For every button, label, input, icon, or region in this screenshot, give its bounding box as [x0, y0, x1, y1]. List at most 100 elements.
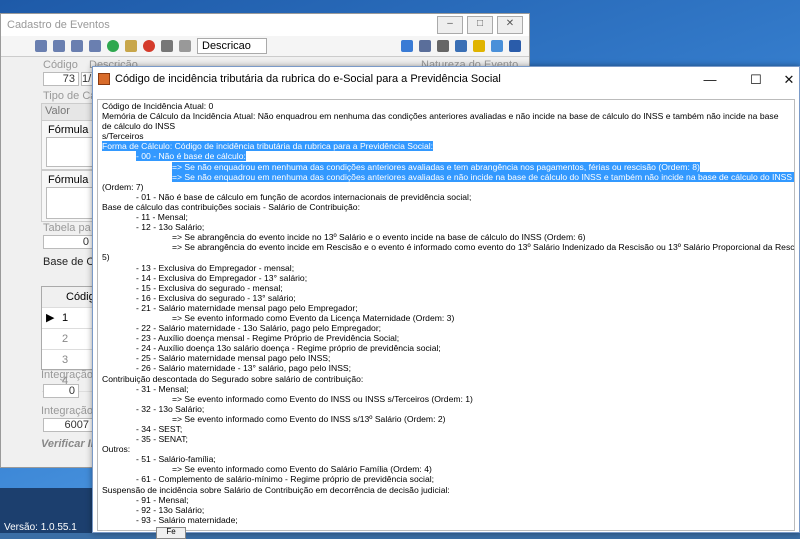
- minimize-button[interactable]: –: [437, 16, 463, 34]
- memo-line: Contribuição descontada do Segurado sobr…: [102, 373, 364, 384]
- table-row[interactable]: 3: [42, 350, 94, 371]
- previous-record-icon[interactable]: [53, 40, 65, 52]
- memo-line: => Se evento informado como Evento do Sa…: [172, 464, 432, 475]
- memo-line: - 35 - SENAT;: [136, 434, 188, 445]
- memo-line: - 01 - Não é base de cálculo em função d…: [136, 191, 472, 202]
- print-icon[interactable]: [437, 40, 449, 52]
- formula2-group: Fórmula d: [41, 170, 95, 222]
- grid-header: Códig: [42, 287, 95, 308]
- app-icon: [98, 73, 110, 85]
- memo-line: - 32 - 13o Salário;: [136, 403, 205, 414]
- table-row[interactable]: ▶ 1: [42, 308, 94, 329]
- memo-line: - 92 - 13o Salário;: [136, 504, 205, 515]
- dialog-title-bar: Código de incidência tributária da rubri…: [93, 67, 799, 92]
- info-icon[interactable]: [491, 40, 503, 52]
- version-label: Versão: 1.0.55.1: [4, 522, 77, 533]
- maximize-button[interactable]: □: [467, 16, 493, 34]
- edit-icon[interactable]: [125, 40, 137, 52]
- integracao2-label: Integração: [41, 405, 93, 417]
- window-title-bar: Cadastro de Eventos – □ ✕: [1, 14, 529, 36]
- memo-line: => Se evento informado como Evento da Li…: [172, 312, 455, 323]
- filter-icon[interactable]: [419, 40, 431, 52]
- memo-line: Forma de Cálculo: Código de incidência t…: [102, 141, 790, 152]
- exit-icon[interactable]: [509, 40, 521, 52]
- memo-selection: - 00 - Não é base de cálculo:: [136, 151, 246, 162]
- integracao1-field[interactable]: 0: [43, 384, 79, 398]
- memo-line: - 11 - Mensal;: [136, 212, 188, 223]
- window-title: Cadastro de Eventos: [7, 19, 110, 31]
- memo-selection: => Se não enquadrou em nenhuma das condi…: [172, 171, 794, 182]
- maximize-button[interactable]: ☐: [733, 67, 779, 92]
- memo-line: - 23 - Auxílio doença mensal - Regime Pr…: [136, 333, 400, 344]
- memo-line: - 51 - Salário-família;: [136, 454, 216, 465]
- add-icon[interactable]: [107, 40, 119, 52]
- base-calculo-grid[interactable]: Códig ▶ 1 2 3 4: [41, 286, 95, 392]
- valor-label: Valor: [45, 105, 70, 117]
- memo-line: - 00 - Não é base de cálculo:: [102, 151, 790, 162]
- incidencia-dialog: Código de incidência tributária da rubri…: [92, 66, 800, 533]
- report-icon[interactable]: [473, 40, 485, 52]
- formula1-field[interactable]: [46, 137, 94, 167]
- memo-line: - 34 - SEST;: [136, 424, 183, 434]
- next-record-icon[interactable]: [71, 40, 83, 52]
- memo-line: - 61 - Complemento de salário-mínimo - R…: [136, 474, 435, 485]
- memo-line: => Se abrangência do evento incide em Re…: [172, 242, 795, 253]
- codigo-label: Código: [43, 59, 78, 71]
- memo-line: => Se evento informado como Evento do IN…: [172, 393, 473, 404]
- memo-line: => Se não enquadrou em nenhuma das condi…: [102, 171, 794, 182]
- last-record-icon[interactable]: [89, 40, 101, 52]
- cancel-icon[interactable]: [179, 40, 191, 52]
- memo-line: => Se não enquadrou em nenhuma das condi…: [102, 161, 790, 172]
- memo-line: - 13 - Exclusiva do Empregador - mensal;: [136, 262, 295, 273]
- memo-line: Outros:: [102, 444, 131, 455]
- memo-line: - 21 - Salário maternidade mensal pago p…: [136, 302, 358, 313]
- memo-line: - 15 - Exclusiva do segurado - mensal;: [136, 282, 283, 293]
- memo-line: Código de Incidência Atual: 0: [102, 101, 214, 111]
- valor-header: Valor: [41, 103, 95, 121]
- refresh-icon[interactable]: [455, 40, 467, 52]
- memo-selection: Forma de Cálculo: Código de incidência t…: [102, 141, 434, 152]
- close-button[interactable]: ✕: [779, 67, 799, 92]
- memo-line: - 31 - Mensal;: [136, 383, 189, 394]
- grid-cell: 3: [62, 354, 69, 366]
- minimize-button[interactable]: —: [687, 67, 733, 92]
- integracao2-field[interactable]: 6007: [43, 418, 93, 432]
- memo-line: - 16 - Exclusiva do segurado - 13° salár…: [136, 292, 296, 303]
- close-dialog-button[interactable]: Fe: [156, 527, 186, 539]
- integracao1-label: Integração: [41, 369, 93, 381]
- memo-line: - 24 - Auxílio doença 13o salário doença…: [136, 343, 441, 354]
- first-record-icon[interactable]: [35, 40, 47, 52]
- toolbar: Descricao: [1, 36, 529, 57]
- memo-line: 5): [102, 252, 110, 263]
- tabela-label: Tabela pa: [43, 222, 91, 234]
- codigo-field[interactable]: 73: [43, 72, 79, 86]
- verificar-link[interactable]: Verificar In: [41, 438, 97, 450]
- grid-cell: 1: [62, 312, 69, 324]
- delete-icon[interactable]: [143, 40, 155, 52]
- memo-line: s/Terceiros: [102, 131, 144, 142]
- memo-line: - 25 - Salário maternidade mensal pago p…: [136, 353, 331, 364]
- memo-line: Base de cálculo das contribuições sociai…: [102, 201, 360, 212]
- memo-line: - 22 - Salário maternidade - 13o Salário…: [136, 323, 382, 334]
- memo-selection: => Se não enquadrou em nenhuma das condi…: [172, 161, 700, 172]
- memo-line: - 12 - 13o Salário;: [136, 222, 205, 233]
- incidencia-memo[interactable]: Código de Incidência Atual: 0 Memória de …: [97, 99, 795, 531]
- formula2-field[interactable]: [46, 187, 94, 219]
- grid-cell: 2: [62, 333, 69, 345]
- search-field-combo[interactable]: Descricao: [197, 38, 267, 54]
- dialog-title: Código de incidência tributária da rubri…: [115, 73, 501, 85]
- memo-line: => Se abrangência do evento incide no 13…: [172, 232, 586, 243]
- close-button[interactable]: ✕: [497, 16, 523, 34]
- memo-line: - 93 - Salário maternidade;: [136, 514, 238, 525]
- export-icon[interactable]: [401, 40, 413, 52]
- memo-line: - 26 - Salário maternidade - 13° salário…: [136, 363, 352, 374]
- memo-line: (Ordem: 7): [102, 181, 144, 192]
- table-row[interactable]: 2: [42, 329, 94, 350]
- memo-line: - 91 - Mensal;: [136, 494, 189, 505]
- tipo-calculo-label: Tipo de Cá: [43, 90, 97, 102]
- tabela-field[interactable]: 0: [43, 235, 93, 249]
- save-icon[interactable]: [161, 40, 173, 52]
- memo-line: Suspensão de incidência sobre Salário de…: [102, 484, 450, 495]
- memo-line: - 14 - Exclusiva do Empregador - 13° sal…: [136, 272, 308, 283]
- formula1-group: Fórmula d: [41, 120, 95, 170]
